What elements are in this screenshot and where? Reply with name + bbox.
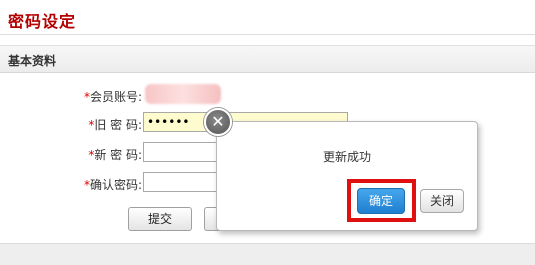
section-title: 基本资料 (8, 54, 57, 68)
dialog-message: 更新成功 (322, 150, 371, 164)
account-label: *会员账号: (84, 88, 142, 105)
confirm-password-label-text: 确认密码: (89, 178, 142, 192)
page-title: 密码设定 (8, 12, 77, 31)
submit-button[interactable]: 提交 (128, 207, 192, 231)
new-password-label: *新 密 码: (88, 146, 142, 163)
account-value-redacted (145, 84, 221, 104)
close-button[interactable]: 关闭 (420, 189, 464, 213)
old-password-label: *旧 密 码: (88, 116, 142, 133)
footer-bar (0, 243, 535, 265)
account-label-text: 会员账号: (89, 90, 142, 104)
section-header: 基本资料 (0, 45, 535, 73)
dialog-close-icon[interactable]: ✕ (204, 108, 232, 136)
old-password-label-text: 旧 密 码: (94, 118, 142, 132)
confirm-password-label: *确认密码: (84, 176, 142, 193)
account-row: *会员账号: (0, 84, 535, 108)
title-divider (0, 34, 535, 35)
ok-button[interactable]: 确定 (357, 188, 405, 214)
new-password-label-text: 新 密 码: (94, 148, 142, 162)
